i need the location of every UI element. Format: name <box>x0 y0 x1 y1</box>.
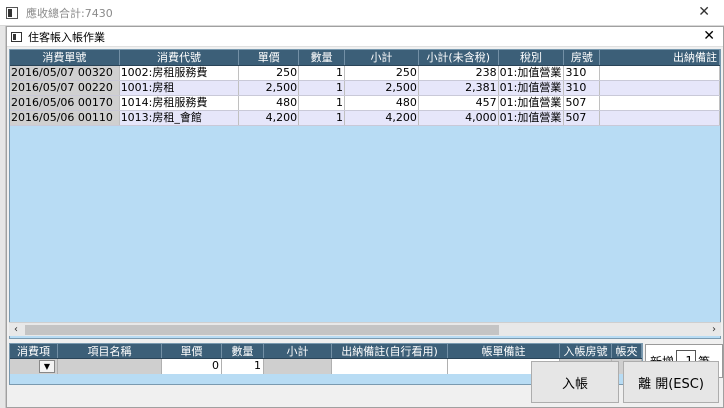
dialog-icon <box>11 31 22 42</box>
scroll-thumb[interactable] <box>25 325 499 335</box>
cashier-note-input[interactable] <box>332 359 448 374</box>
cell-qty: 1 <box>299 96 346 110</box>
cell-note <box>600 66 720 80</box>
entry-header: 消費項 項目名稱 單價 數量 小計 出納備註(自行看用) 帳單備註 入帳房號 帳… <box>10 344 642 359</box>
table-row[interactable]: 2016/05/06 00110 1013:房租_會館 4,200 1 4,20… <box>10 111 720 126</box>
cell-note <box>600 111 720 125</box>
col-header-room[interactable]: 房號 <box>564 50 601 65</box>
cell-pretax: 238 <box>419 66 499 80</box>
cell-note <box>600 81 720 95</box>
cell-subtotal: 480 <box>345 96 419 110</box>
cell-tax: 01:加值營業 <box>499 111 565 125</box>
item-select[interactable]: ▼ <box>10 359 58 374</box>
scroll-right-icon[interactable]: › <box>707 324 721 335</box>
cell-price: 480 <box>239 96 300 110</box>
cell-room: 507 <box>564 111 601 125</box>
table-row[interactable]: 2016/05/06 00170 1014:房租服務費 480 1 480 45… <box>10 96 720 111</box>
cell-no: 2016/05/07 00320 <box>10 66 120 80</box>
scroll-left-icon[interactable]: ‹ <box>9 324 23 335</box>
dialog-title: 住客帳入帳作業 <box>28 30 105 44</box>
cell-no: 2016/05/07 00220 <box>10 81 120 95</box>
cell-qty: 1 <box>299 66 346 80</box>
cell-code: 1002:房租服務費 <box>120 66 240 80</box>
cell-no: 2016/05/06 00170 <box>10 96 120 110</box>
cell-no: 2016/05/06 00110 <box>10 111 120 125</box>
dialog-close-icon[interactable]: ✕ <box>703 28 715 44</box>
cell-subtotal: 250 <box>345 66 419 80</box>
dialog-titlebar: 住客帳入帳作業 ✕ <box>7 27 723 47</box>
col-header-price[interactable]: 單價 <box>239 50 300 65</box>
col-header-note[interactable]: 出納備註 <box>600 50 720 65</box>
cell-note <box>600 96 720 110</box>
cell-tax: 01:加值營業 <box>499 81 565 95</box>
entry-header-name: 項目名稱 <box>58 344 162 358</box>
cell-code: 1013:房租_會館 <box>120 111 240 125</box>
cell-qty: 1 <box>299 81 346 95</box>
cell-pretax: 457 <box>419 96 499 110</box>
cell-pretax: 4,000 <box>419 111 499 125</box>
subtotal-field <box>264 359 332 374</box>
cell-code: 1001:房租 <box>120 81 240 95</box>
cell-price: 4,200 <box>239 111 300 125</box>
cell-tax: 01:加值營業 <box>499 66 565 80</box>
post-button[interactable]: 入帳 <box>531 361 619 403</box>
entry-header-folder: 帳夾 <box>612 344 642 358</box>
app-icon <box>6 6 18 19</box>
col-header-qty[interactable]: 數量 <box>299 50 346 65</box>
outer-titlebar: 應收總合計:7430 ✕ <box>0 0 724 26</box>
horizontal-scrollbar[interactable]: ‹ › <box>9 322 721 336</box>
outer-close-icon[interactable]: ✕ <box>698 4 710 20</box>
col-header-no[interactable]: 消費單號 <box>10 50 120 65</box>
cell-price: 250 <box>239 66 300 80</box>
col-header-code[interactable]: 消費代號 <box>120 50 240 65</box>
outer-window-title: 應收總合計:7430 <box>26 6 113 20</box>
cell-room: 507 <box>564 96 601 110</box>
col-header-tax[interactable]: 稅別 <box>499 50 565 65</box>
cell-subtotal: 4,200 <box>345 111 419 125</box>
cell-pretax: 2,381 <box>419 81 499 95</box>
entry-header-item: 消費項 <box>10 344 58 358</box>
chevron-down-icon[interactable]: ▼ <box>39 360 55 373</box>
qty-input[interactable]: 1 <box>222 359 264 374</box>
table-row[interactable]: 2016/05/07 00320 1002:房租服務費 250 1 250 23… <box>10 66 720 81</box>
col-header-pretax[interactable]: 小計(未含稅) <box>419 50 499 65</box>
cell-tax: 01:加值營業 <box>499 96 565 110</box>
cell-code: 1014:房租服務費 <box>120 96 240 110</box>
cell-qty: 1 <box>299 111 346 125</box>
entry-header-cashier-note: 出納備註(自行看用) <box>332 344 448 358</box>
entry-header-price: 單價 <box>162 344 222 358</box>
col-header-subtotal[interactable]: 小計 <box>345 50 419 65</box>
leave-button[interactable]: 離 開(ESC) <box>623 361 719 403</box>
price-input[interactable]: 0 <box>162 359 222 374</box>
cell-price: 2,500 <box>239 81 300 95</box>
entry-header-room: 入帳房號 <box>560 344 612 358</box>
cell-subtotal: 2,500 <box>345 81 419 95</box>
entry-header-subtotal: 小計 <box>264 344 332 358</box>
grid-header: 消費單號 消費代號 單價 數量 小計 小計(未含稅) 稅別 房號 出納備註 <box>10 50 720 66</box>
entry-header-bill-note: 帳單備註 <box>448 344 560 358</box>
charges-grid: 消費單號 消費代號 單價 數量 小計 小計(未含稅) 稅別 房號 出納備註 20… <box>9 49 721 339</box>
table-row[interactable]: 2016/05/07 00220 1001:房租 2,500 1 2,500 2… <box>10 81 720 96</box>
dialog: 住客帳入帳作業 ✕ 消費單號 消費代號 單價 數量 小計 小計(未含稅) 稅別 … <box>6 26 724 408</box>
entry-header-qty: 數量 <box>222 344 264 358</box>
cell-room: 310 <box>564 81 601 95</box>
cell-room: 310 <box>564 66 601 80</box>
item-name-field <box>58 359 162 374</box>
